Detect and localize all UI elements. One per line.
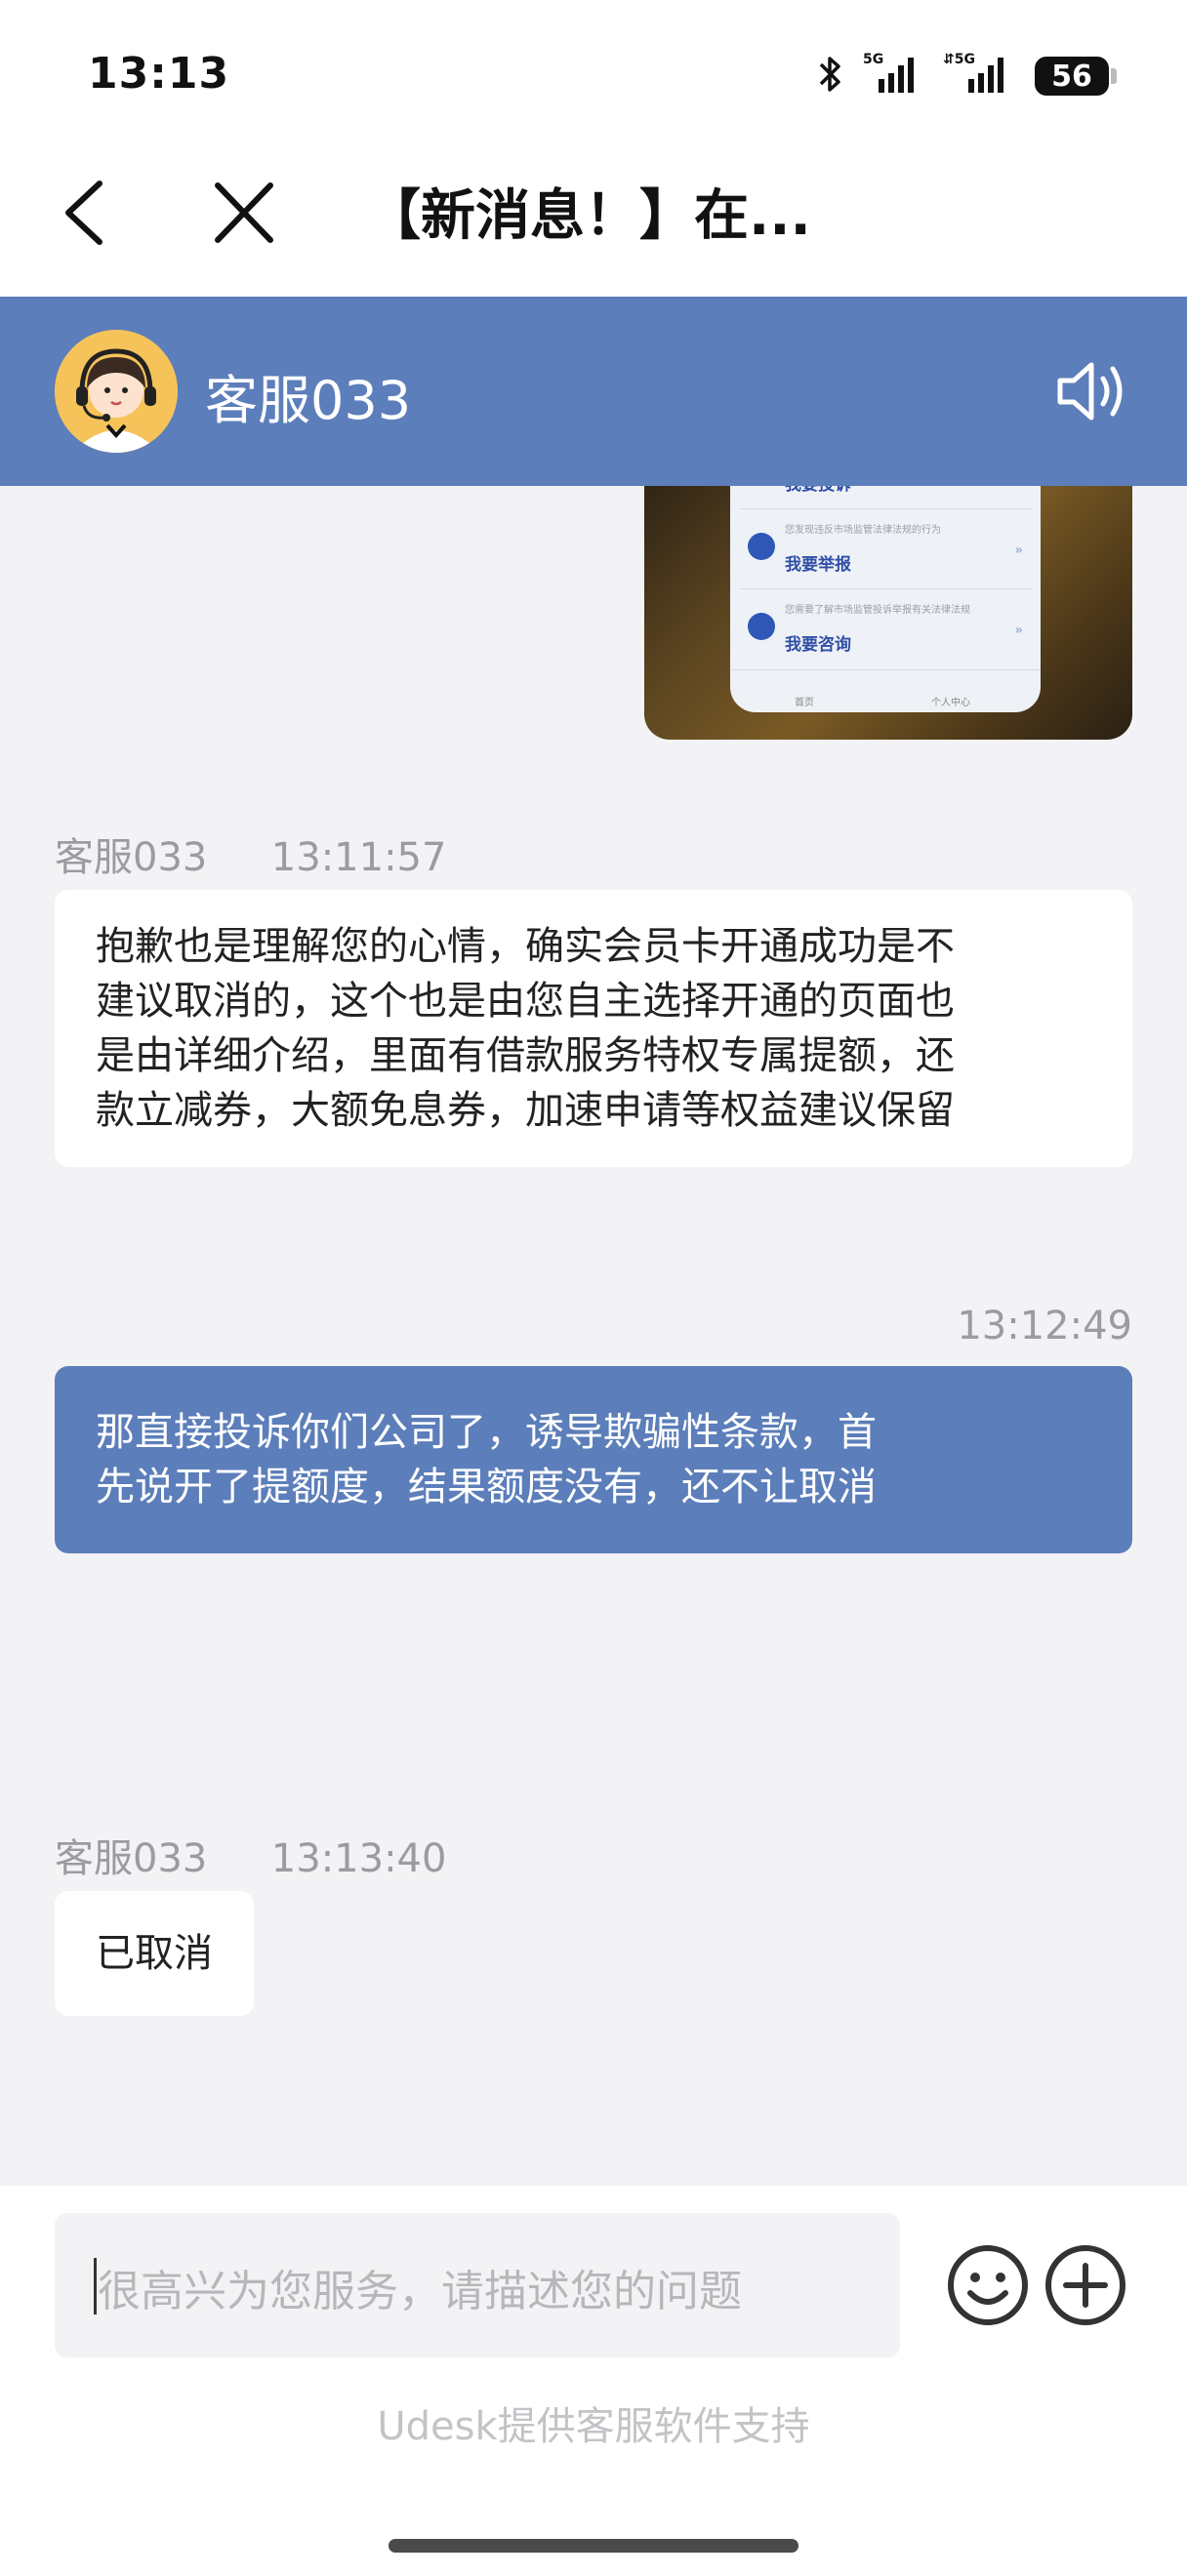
message-time: 13:11:57 bbox=[270, 835, 447, 880]
nav-bar: 【新消息！】在... bbox=[0, 146, 1187, 297]
message-time: 13:13:40 bbox=[270, 1836, 447, 1881]
agent-avatar-image bbox=[55, 330, 178, 453]
chat-area[interactable]: 我要投诉 » 您发现违反市场监管法律法规的行为 我要举报 » 您需要了解市场监管… bbox=[0, 486, 1187, 2186]
speaker-icon bbox=[1057, 362, 1123, 421]
bluetooth-icon bbox=[818, 55, 843, 98]
back-button[interactable] bbox=[57, 176, 115, 250]
agent-message-bubble: 已取消 bbox=[55, 1891, 254, 2016]
home-indicator[interactable] bbox=[389, 2539, 798, 2553]
status-bar: 13:13 5G ⇵5G 56 bbox=[0, 0, 1187, 146]
photo-phone-screen: 我要投诉 » 您发现违反市场监管法律法规的行为 我要举报 » 您需要了解市场监管… bbox=[730, 486, 1041, 712]
message-input[interactable]: 很高兴为您服务，请描述您的问题 bbox=[55, 2213, 900, 2357]
speaker-button[interactable] bbox=[1054, 357, 1132, 425]
message-line: 款立减券，大额免息券，加速申请等权益建议保留 bbox=[96, 1088, 955, 1133]
chevron-right-icon: » bbox=[1014, 623, 1023, 638]
message-line: 抱歉也是理解您的心情，确实会员卡开通成功是不 bbox=[96, 924, 955, 969]
image-message[interactable]: 我要投诉 » 您发现违反市场监管法律法规的行为 我要举报 » 您需要了解市场监管… bbox=[644, 486, 1132, 740]
input-placeholder: 很高兴为您服务，请描述您的问题 bbox=[98, 2267, 742, 2316]
question-icon bbox=[748, 613, 775, 640]
photo-row-sub: 您发现违反市场监管法律法规的行为 bbox=[785, 525, 941, 536]
message-line: 已取消 bbox=[96, 1931, 213, 1976]
agent-message-bubble: 抱歉也是理解您的心情，确实会员卡开通成功是不 建议取消的，这个也是由您自主选择开… bbox=[55, 890, 1132, 1167]
message-line: 建议取消的，这个也是由您自主选择开通的页面也 bbox=[96, 979, 955, 1024]
svg-text:⇵5G: ⇵5G bbox=[943, 52, 975, 67]
message-meta: 客服033 13:13:40 bbox=[55, 1827, 446, 1883]
input-area: 很高兴为您服务，请描述您的问题 Udesk提供客服软件支持 bbox=[0, 2186, 1187, 2576]
message-line: 是由详细介绍，里面有借款服务特权专属提额，还 bbox=[96, 1033, 955, 1078]
sender-name: 客服033 bbox=[55, 835, 208, 880]
photo-row-main: 我要投诉 bbox=[785, 486, 851, 495]
agent-name: 客服033 bbox=[205, 370, 412, 431]
sender-name: 客服033 bbox=[55, 1836, 208, 1881]
photo-row: 您发现违反市场监管法律法规的行为 我要举报 » bbox=[740, 511, 1031, 589]
photo-tab-profile: 个人中心 bbox=[931, 698, 970, 708]
plus-icon bbox=[1045, 2245, 1126, 2325]
text-caret bbox=[94, 2258, 97, 2314]
back-arrow-icon bbox=[65, 181, 102, 245]
photo-row: 您需要了解市场监管投诉举报有关法律法规 我要咨询 » bbox=[740, 591, 1031, 669]
5g-signal-icon: 5G bbox=[863, 50, 923, 102]
message-line: 那直接投诉你们公司了，诱导欺骗性条款，首 bbox=[96, 1410, 877, 1455]
emoji-icon bbox=[948, 2245, 1028, 2325]
svg-text:5G: 5G bbox=[863, 52, 883, 67]
agent-header: 客服033 bbox=[0, 297, 1187, 486]
5g-signal-icon: ⇵5G bbox=[943, 50, 1015, 102]
close-icon bbox=[215, 182, 273, 243]
user-message-bubble: 那直接投诉你们公司了，诱导欺骗性条款，首 先说开了提额度，结果额度没有，还不让取… bbox=[55, 1366, 1132, 1553]
photo-row-sub: 您需要了解市场监管投诉举报有关法律法规 bbox=[785, 605, 970, 616]
status-icons: 5G ⇵5G 56 bbox=[818, 49, 1117, 103]
chevron-right-icon: » bbox=[1014, 543, 1023, 558]
message-meta: 13:12:49 bbox=[957, 1304, 1132, 1348]
page-title: 【新消息！】在... bbox=[366, 184, 811, 248]
add-button[interactable] bbox=[1043, 2242, 1128, 2328]
photo-row-main: 我要举报 bbox=[785, 555, 851, 575]
message-meta: 客服033 13:11:57 bbox=[55, 825, 446, 882]
close-button[interactable] bbox=[210, 176, 278, 250]
report-icon bbox=[748, 533, 775, 560]
powered-by: Udesk提供客服软件支持 bbox=[377, 2404, 810, 2449]
photo-tabbar: 首页 个人中心 bbox=[730, 669, 1041, 712]
photo-tab-home: 首页 bbox=[795, 698, 814, 708]
battery-level: 56 bbox=[1051, 59, 1092, 94]
battery-indicator: 56 bbox=[1035, 57, 1117, 96]
agent-avatar bbox=[55, 330, 178, 453]
photo-row-main: 我要咨询 bbox=[785, 635, 851, 655]
status-time: 13:13 bbox=[88, 49, 230, 99]
message-line: 先说开了提额度，结果额度没有，还不让取消 bbox=[96, 1465, 877, 1509]
emoji-button[interactable] bbox=[945, 2242, 1031, 2328]
photo-row: 我要投诉 » bbox=[740, 486, 1031, 509]
message-time: 13:12:49 bbox=[957, 1304, 1132, 1348]
